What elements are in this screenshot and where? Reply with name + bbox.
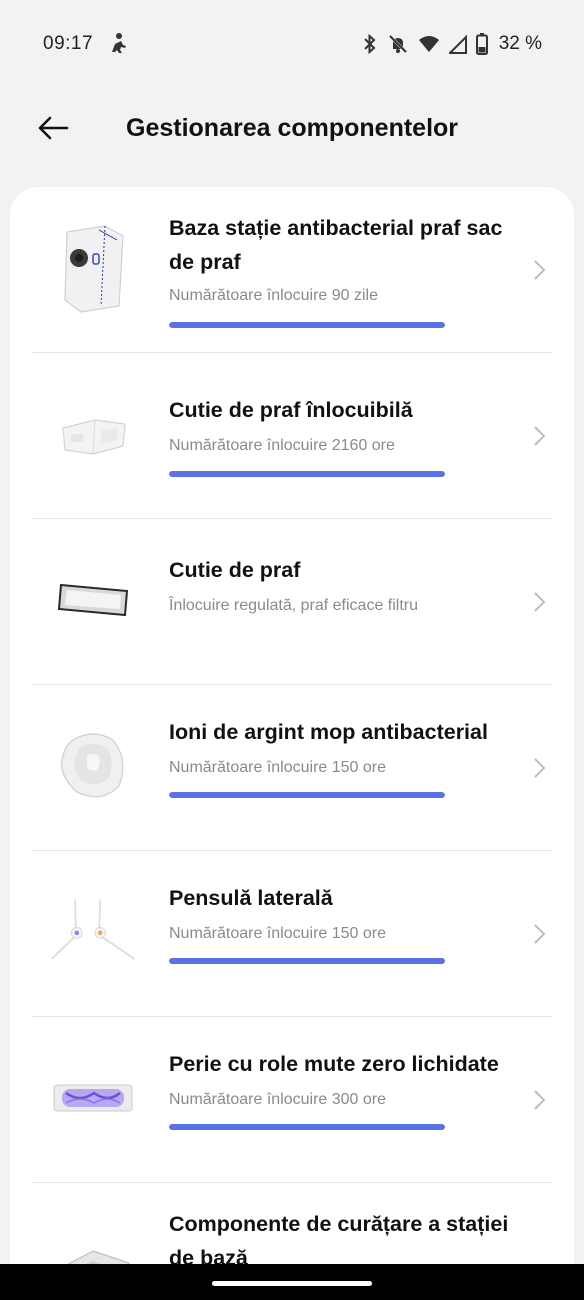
chevron-right-icon bbox=[534, 924, 546, 944]
item-subtitle: Înlocuire regulată, praf eficace filtru bbox=[169, 597, 419, 614]
progress-bar bbox=[169, 471, 445, 477]
signal-icon bbox=[448, 34, 467, 54]
item-title: Cutie de praf înlocuibilă bbox=[169, 398, 413, 422]
item-subtitle: Numărătoare înlocuire 150 ore bbox=[169, 925, 387, 942]
status-time: 09:17 bbox=[43, 33, 94, 54]
chevron-right-icon bbox=[534, 592, 546, 612]
item-subtitle: Numărătoare înlocuire 90 zile bbox=[169, 287, 378, 304]
dust-bag-icon bbox=[48, 223, 138, 313]
page-title: Gestionarea componentelor bbox=[126, 114, 459, 142]
progress-bar bbox=[169, 1124, 445, 1130]
arrow-left-icon bbox=[38, 116, 69, 140]
accessibility-icon bbox=[108, 32, 128, 54]
list-item-side-brush[interactable]: Pensulă laterală Numărătoare înlocuire 1… bbox=[10, 851, 574, 1017]
list-item-mop[interactable]: Ioni de argint mop antibacterial Numărăt… bbox=[10, 685, 574, 851]
list-item-dust-bag[interactable]: Baza stație antibacterial praf sac de pr… bbox=[10, 187, 574, 353]
item-title: Cutie de praf bbox=[169, 558, 301, 582]
mop-pad-icon bbox=[48, 721, 138, 811]
status-bar: 09:17 32 % bbox=[0, 0, 584, 88]
list-item-roller-brush[interactable]: Perie cu role mute zero lichidate Numără… bbox=[10, 1017, 574, 1183]
list-item-dust-filter[interactable]: Cutie de praf Înlocuire regulată, praf e… bbox=[10, 519, 574, 685]
chevron-right-icon bbox=[534, 758, 546, 778]
chevron-right-icon bbox=[534, 426, 546, 446]
item-subtitle: Numărătoare înlocuire 300 ore bbox=[169, 1091, 387, 1108]
side-brush-icon bbox=[48, 887, 138, 977]
list-item-replaceable-dust-box[interactable]: Cutie de praf înlocuibilă Numărătoare în… bbox=[10, 353, 574, 519]
item-subtitle: Numărătoare înlocuire 150 ore bbox=[169, 759, 387, 776]
wifi-icon bbox=[418, 34, 440, 54]
battery-percent: 32 % bbox=[498, 33, 542, 54]
mute-icon bbox=[387, 33, 409, 55]
dust-box-icon bbox=[48, 391, 138, 481]
item-title: Ioni de argint mop antibacterial bbox=[169, 720, 488, 744]
chevron-right-icon bbox=[534, 1090, 546, 1110]
bluetooth-icon bbox=[362, 33, 378, 55]
component-list: Baza stație antibacterial praf sac de pr… bbox=[10, 187, 574, 1297]
back-button[interactable] bbox=[30, 108, 76, 148]
item-subtitle: Numărătoare înlocuire 2160 ore bbox=[169, 437, 395, 454]
progress-bar bbox=[169, 322, 445, 328]
battery-icon bbox=[475, 33, 488, 55]
progress-bar bbox=[169, 792, 445, 798]
header: Gestionarea componentelor bbox=[0, 96, 584, 160]
roller-brush-icon bbox=[48, 1053, 138, 1143]
progress-bar bbox=[169, 958, 445, 964]
filter-icon bbox=[48, 555, 138, 645]
chevron-right-icon bbox=[534, 260, 546, 280]
home-gesture-handle[interactable] bbox=[212, 1281, 372, 1286]
item-title: Pensulă laterală bbox=[169, 886, 333, 910]
item-title: Baza stație antibacterial praf sac de pr… bbox=[169, 216, 503, 274]
item-title: Perie cu role mute zero lichidate bbox=[169, 1052, 499, 1076]
